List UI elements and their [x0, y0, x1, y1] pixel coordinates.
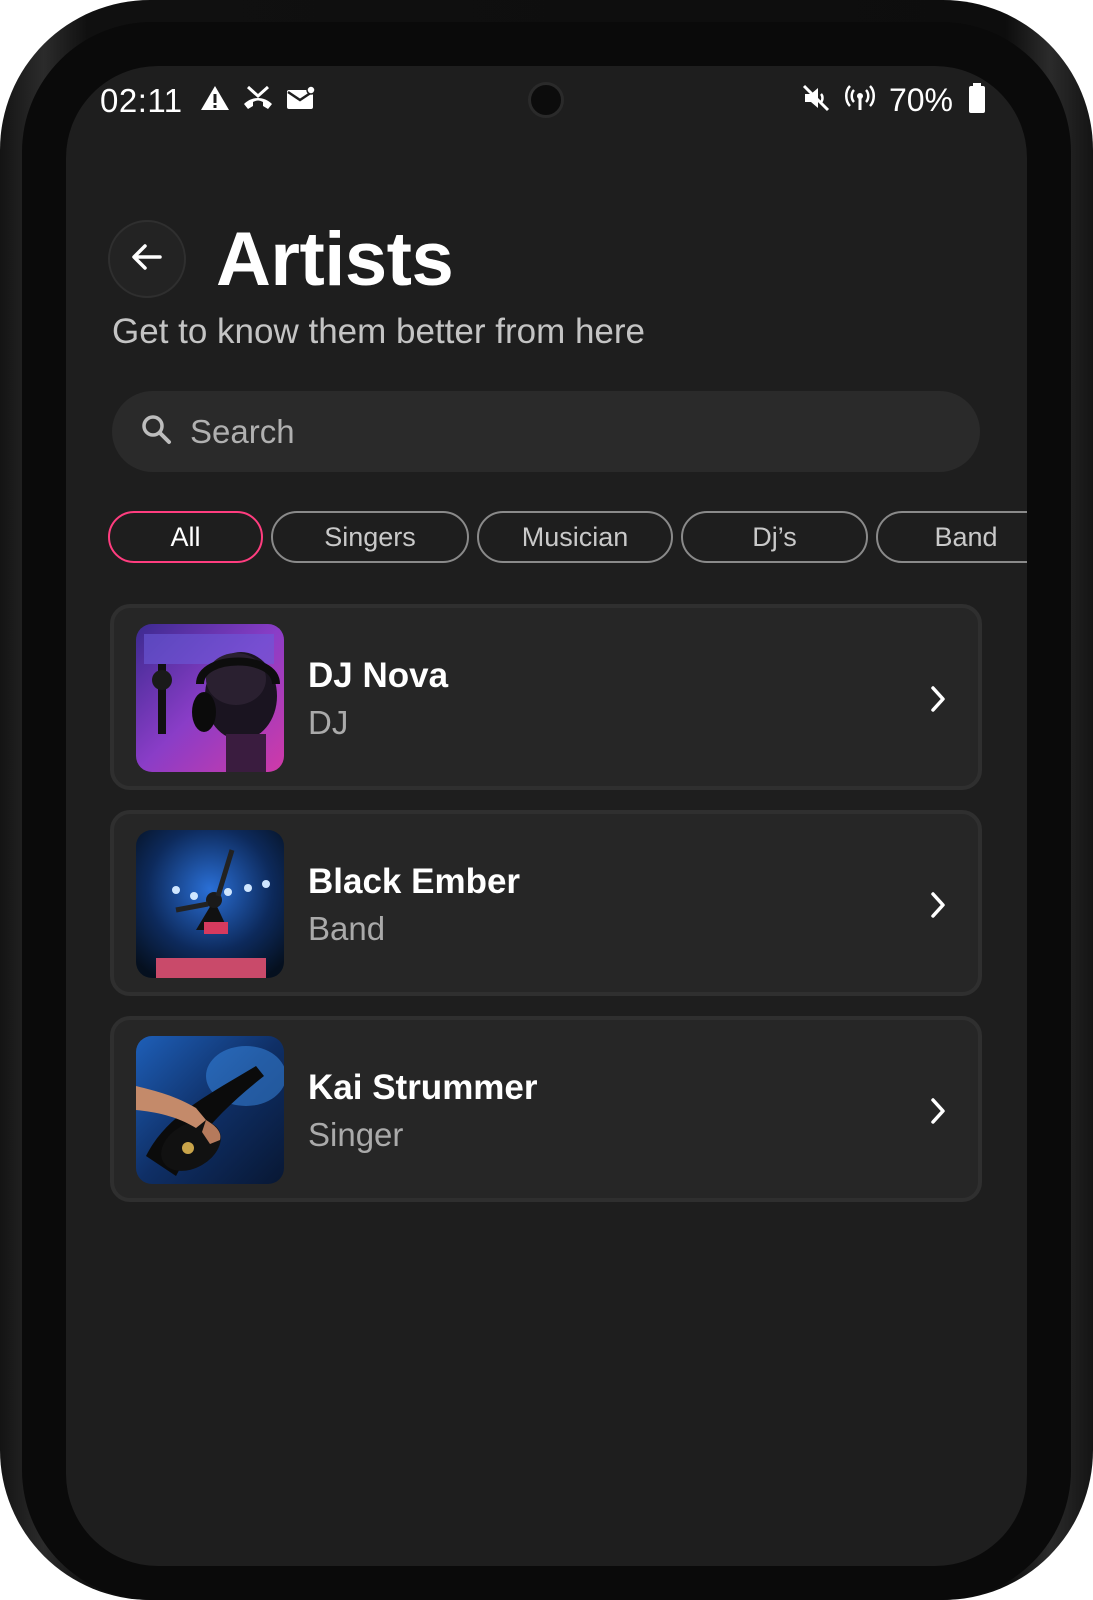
- search-input[interactable]: [190, 412, 890, 451]
- status-left-icons: [200, 84, 316, 112]
- artist-card-kai-strummer[interactable]: Kai Strummer Singer: [110, 1016, 982, 1202]
- filter-chip-singers[interactable]: Singers: [271, 511, 469, 563]
- filter-chip-band[interactable]: Band: [876, 511, 1027, 563]
- artist-role: Band: [308, 910, 386, 947]
- artist-card-black-ember[interactable]: Black Ember Band: [110, 810, 982, 996]
- artist-card-dj-nova[interactable]: DJ Nova DJ: [110, 604, 982, 790]
- status-bar: 02:11 70%: [66, 66, 1027, 136]
- artist-photo: [136, 1036, 284, 1184]
- search-icon: [140, 413, 172, 450]
- artist-role: Singer: [308, 1116, 404, 1153]
- filter-chip-musician[interactable]: Musician: [477, 511, 673, 563]
- artist-name: DJ Nova: [308, 656, 449, 695]
- artist-name: Kai Strummer: [308, 1068, 538, 1107]
- chevron-right-icon: [928, 1096, 948, 1131]
- filter-chips: All Singers Musician Dj’s Band: [108, 511, 1027, 563]
- status-time: 02:11: [100, 82, 183, 119]
- back-button[interactable]: [108, 220, 186, 298]
- battery-icon: [967, 82, 987, 119]
- screen: 02:11 70% Artists Get to know them bette…: [66, 66, 1027, 1566]
- front-camera: [528, 82, 564, 118]
- chevron-right-icon: [928, 684, 948, 719]
- arrow-left-icon: [129, 239, 165, 280]
- battery-percent: 70%: [888, 82, 953, 118]
- warning-icon: [200, 84, 230, 112]
- mute-icon: [801, 83, 831, 118]
- artist-photo: [136, 830, 284, 978]
- filter-chip-all[interactable]: All: [108, 511, 263, 563]
- artist-photo: [136, 624, 284, 772]
- artist-name: Black Ember: [308, 862, 521, 901]
- page-title: Artists: [216, 217, 454, 302]
- mail-icon: [286, 85, 316, 111]
- search-bar[interactable]: [112, 391, 980, 472]
- status-right-icons: 70%: [801, 82, 987, 119]
- artist-role: DJ: [308, 704, 349, 741]
- filter-chip-djs[interactable]: Dj’s: [681, 511, 868, 563]
- missed-call-icon: [242, 84, 274, 112]
- hotspot-icon: [844, 83, 875, 118]
- chevron-right-icon: [928, 890, 948, 925]
- page-subtitle: Get to know them better from here: [112, 312, 646, 351]
